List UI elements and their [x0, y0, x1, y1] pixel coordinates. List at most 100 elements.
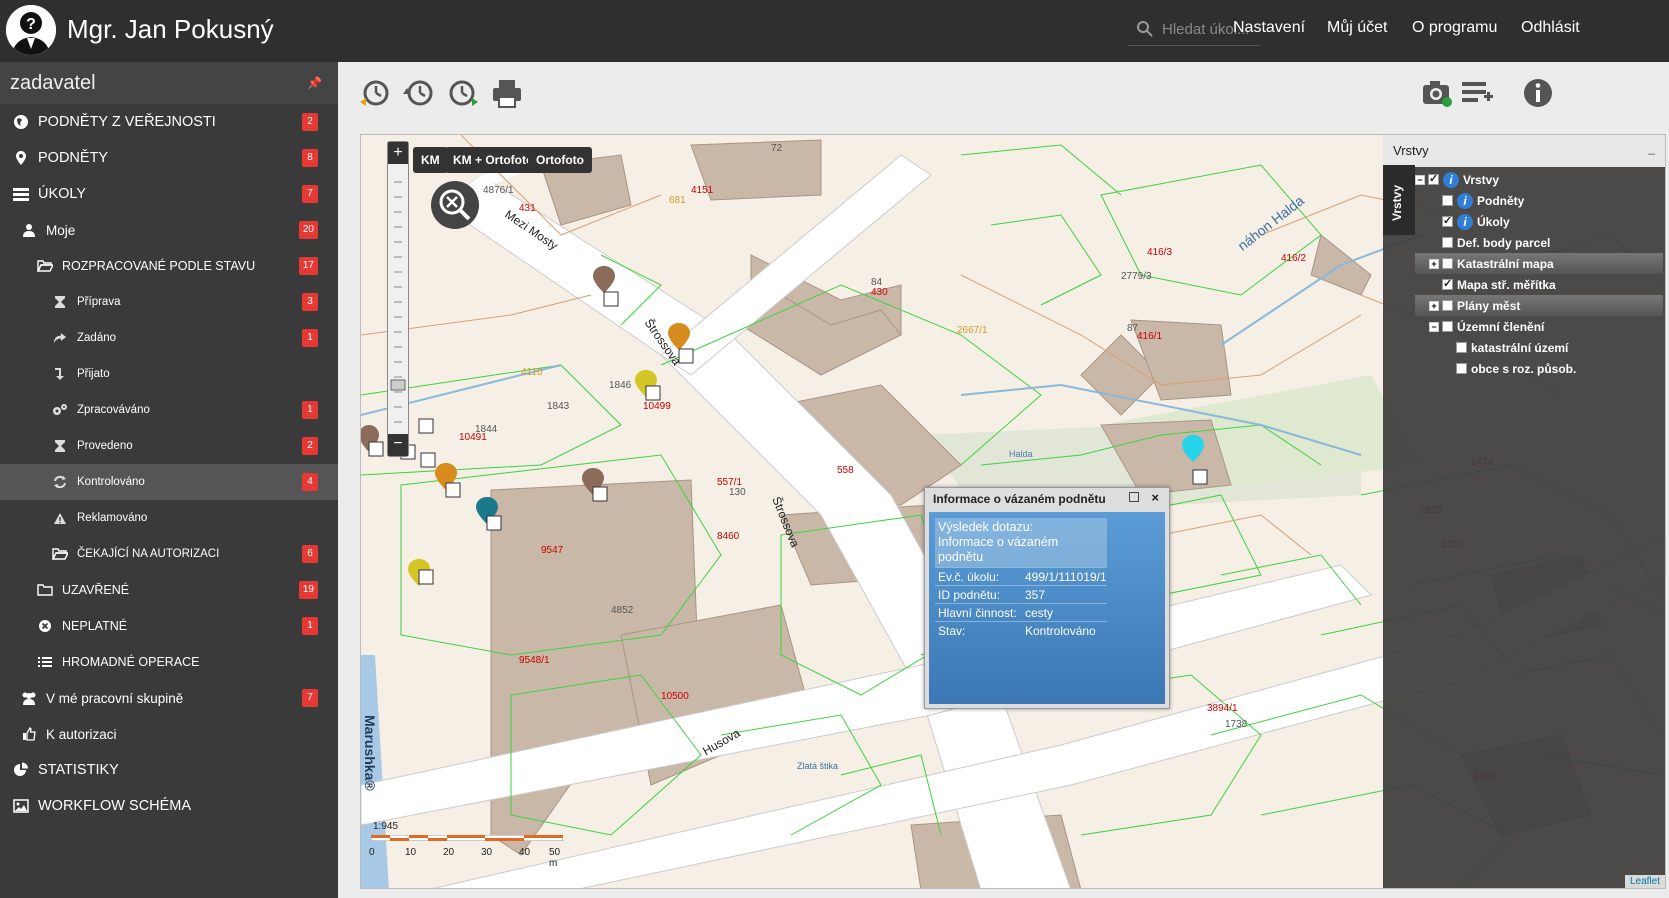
- parcel-label: 431: [519, 203, 536, 214]
- sidebar-item-16[interactable]: HROMADNÉ OPERACE: [0, 644, 338, 680]
- layer-checkbox[interactable]: [1442, 237, 1453, 248]
- sidebar-item-15[interactable]: NEPLATNÉ 1: [0, 608, 338, 644]
- layer-row[interactable]: i Úkoly: [1415, 211, 1663, 232]
- layer-checkbox[interactable]: [1456, 363, 1467, 374]
- layer-row[interactable]: − i Vrstvy: [1415, 169, 1663, 190]
- camera-map-icon[interactable]: [1420, 76, 1454, 110]
- scale-label: 40: [519, 847, 531, 858]
- sidebar-item-label: UZAVŘENÉ: [62, 583, 130, 597]
- layer-checkbox[interactable]: [1442, 195, 1453, 206]
- basemap-km-button[interactable]: KM: [413, 147, 448, 173]
- sidebar-item-1[interactable]: PODNĚTY Z VEŘEJNOSTI 2: [0, 104, 338, 140]
- popup-row-value: 357: [1025, 588, 1046, 602]
- history-forward-icon[interactable]: [446, 76, 480, 110]
- layer-row[interactable]: + Katastrální mapa: [1415, 253, 1663, 274]
- parcel-label: 1738: [1225, 719, 1248, 730]
- avatar[interactable]: ?: [6, 5, 56, 55]
- zoom-ticks: [390, 181, 406, 423]
- layer-checkbox[interactable]: [1442, 277, 1453, 290]
- sidebar-item-20[interactable]: WORKFLOW SCHÉMA: [0, 788, 338, 824]
- layer-info-icon[interactable]: i: [1457, 213, 1473, 230]
- layer-row[interactable]: i Podněty: [1415, 190, 1663, 211]
- sidebar-item-7[interactable]: Zadáno 1: [0, 320, 338, 356]
- list-icon: [36, 653, 54, 671]
- folder-open-icon: [36, 257, 54, 275]
- collapse-tree-icon[interactable]: −: [1429, 321, 1439, 332]
- parcel-label: 416/3: [1147, 247, 1173, 258]
- expand-icon[interactable]: +: [1429, 258, 1439, 269]
- layer-checkbox[interactable]: [1442, 321, 1453, 332]
- sidebar-item-12[interactable]: Reklamováno: [0, 500, 338, 536]
- add-list-icon[interactable]: [1460, 76, 1494, 110]
- collapse-tree-icon[interactable]: −: [1415, 174, 1425, 185]
- info-icon[interactable]: [1521, 76, 1555, 110]
- sidebar-item-label: Reklamováno: [77, 512, 148, 524]
- layer-row[interactable]: katastrální území: [1415, 337, 1663, 358]
- layer-checkbox[interactable]: [1456, 342, 1467, 353]
- search-icon[interactable]: [1136, 20, 1154, 38]
- layers-tab[interactable]: Vrstvy: [1383, 165, 1415, 235]
- close-icon[interactable]: ×: [1151, 490, 1159, 505]
- sidebar-role: zadavatel: [10, 72, 96, 94]
- collapse-icon[interactable]: _: [1648, 141, 1655, 155]
- layer-checkbox[interactable]: [1442, 300, 1453, 311]
- zoom-slider[interactable]: + −: [387, 141, 409, 457]
- sidebar-item-3[interactable]: ÚKOLY 7: [0, 176, 338, 212]
- parcel-label: 4852: [611, 605, 634, 616]
- print-icon[interactable]: [490, 76, 524, 110]
- layer-row[interactable]: Mapa stř. měřítka: [1415, 274, 1663, 295]
- layer-checkbox[interactable]: [1442, 258, 1453, 269]
- layer-row[interactable]: − Územní členění: [1415, 316, 1663, 337]
- nav-settings[interactable]: Nastavení: [1233, 19, 1305, 37]
- sidebar-item-9[interactable]: Zpracováváno 1: [0, 392, 338, 428]
- parcel-label: 10500: [661, 691, 689, 702]
- leaflet-attribution[interactable]: Leaflet: [1624, 875, 1665, 888]
- parcel-label: 8460: [717, 531, 740, 542]
- warning-icon: [51, 509, 69, 527]
- sidebar-item-17[interactable]: V mé pracovní skupině 7: [0, 680, 338, 716]
- zoom-magnifier-icon: [439, 189, 471, 221]
- map-view[interactable]: Mezi Mosty Štrossova Štrossova Husova Ha…: [360, 134, 1666, 889]
- expand-icon[interactable]: +: [1429, 300, 1439, 311]
- sidebar-item-10[interactable]: Provedeno 2: [0, 428, 338, 464]
- nav-logout[interactable]: Odhlásit: [1521, 19, 1580, 37]
- basemap-km-ortofoto-button[interactable]: KM + Ortofoto: [445, 147, 542, 173]
- popup-row: Ev.č. úkolu: 499/1/111019/1: [935, 567, 1107, 585]
- history-icon[interactable]: [402, 76, 436, 110]
- thumbs-up-icon: [20, 725, 38, 743]
- pie-chart-icon: [12, 761, 30, 779]
- basemap-ortofoto-button[interactable]: Ortofoto: [528, 147, 592, 173]
- layer-row[interactable]: + Plány měst: [1415, 295, 1663, 316]
- sidebar-item-2[interactable]: PODNĚTY 8: [0, 140, 338, 176]
- zoom-out-button[interactable]: −: [388, 434, 408, 456]
- parcel-label: 430: [871, 287, 888, 298]
- count-badge: 2: [302, 437, 318, 455]
- layer-row[interactable]: obce s roz. působ.: [1415, 358, 1663, 379]
- nav-my-account[interactable]: Můj účet: [1327, 19, 1387, 37]
- count-badge: 2: [302, 113, 318, 131]
- sidebar-item-5[interactable]: ROZPRACOVANÉ PODLE STAVU 17: [0, 248, 338, 284]
- layer-row[interactable]: Def. body parcel: [1415, 232, 1663, 253]
- popup-row-value: Kontrolováno: [1025, 624, 1096, 638]
- parcel-label: 9547: [541, 545, 564, 556]
- layer-info-icon[interactable]: i: [1443, 171, 1459, 188]
- history-back-icon[interactable]: [358, 76, 392, 110]
- nav-about[interactable]: O programu: [1412, 19, 1497, 37]
- sidebar-item-6[interactable]: Příprava 3: [0, 284, 338, 320]
- maximize-icon[interactable]: [1129, 492, 1139, 502]
- sidebar-item-18[interactable]: K autorizaci: [0, 716, 338, 752]
- sidebar-item-4[interactable]: Moje 20: [0, 212, 338, 248]
- layer-checkbox[interactable]: [1428, 172, 1439, 185]
- sidebar-item-11[interactable]: Kontrolováno 4: [0, 464, 338, 500]
- sidebar-item-14[interactable]: UZAVŘENÉ 19: [0, 572, 338, 608]
- popup-header-line: Výsledek dotazu:: [938, 520, 1034, 534]
- parcel-label: 10491: [459, 432, 487, 443]
- sidebar-item-8[interactable]: Přijato: [0, 356, 338, 392]
- sidebar-item-19[interactable]: STATISTIKY: [0, 752, 338, 788]
- pin-icon[interactable]: 📌: [307, 76, 322, 90]
- popup-row-key: Ev.č. úkolu:: [938, 570, 1000, 584]
- layer-checkbox[interactable]: [1442, 214, 1453, 227]
- layer-info-icon[interactable]: i: [1457, 192, 1473, 209]
- sidebar-item-13[interactable]: ČEKAJÍCÍ NA AUTORIZACI 6: [0, 536, 338, 572]
- zoom-box-button[interactable]: [431, 181, 479, 229]
